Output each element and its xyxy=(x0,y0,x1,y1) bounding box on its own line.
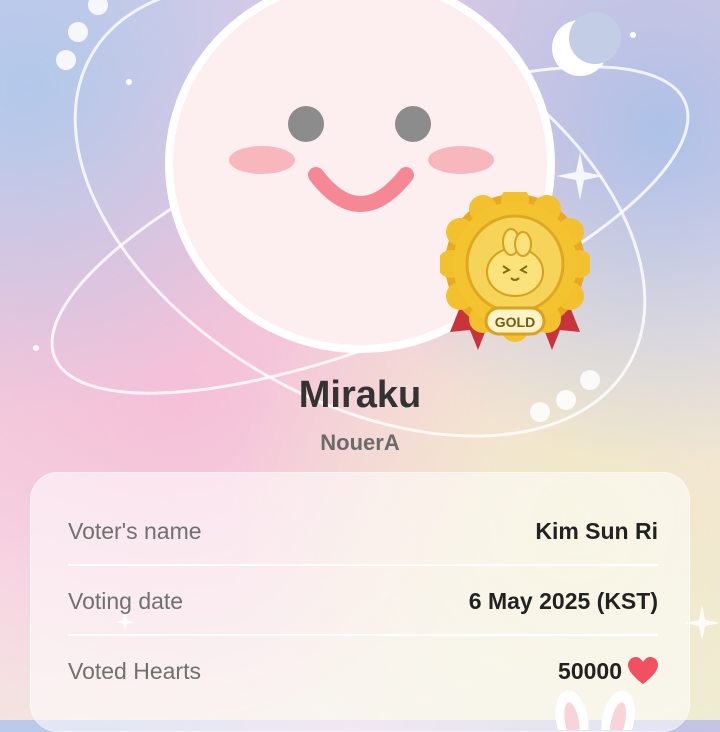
bunny-ears-icon xyxy=(555,690,635,730)
voting-date-value: 6 May 2025 (KST) xyxy=(468,587,658,614)
badge-label: GOLD xyxy=(495,314,535,330)
voter-name-row: Voter's name Kim Sun Ri xyxy=(68,496,658,566)
gold-medal-icon: GOLD xyxy=(440,192,590,350)
group-name: NouerA xyxy=(320,430,400,455)
voter-name-label: Voter's name xyxy=(68,517,202,544)
voting-date-label: Voting date xyxy=(68,587,184,614)
voted-hearts-label: Voted Hearts xyxy=(68,657,201,684)
voting-date-row: Voting date 6 May 2025 (KST) xyxy=(68,566,658,636)
member-name: Miraku xyxy=(298,374,422,416)
voter-name-value: Kim Sun Ri xyxy=(535,517,658,544)
